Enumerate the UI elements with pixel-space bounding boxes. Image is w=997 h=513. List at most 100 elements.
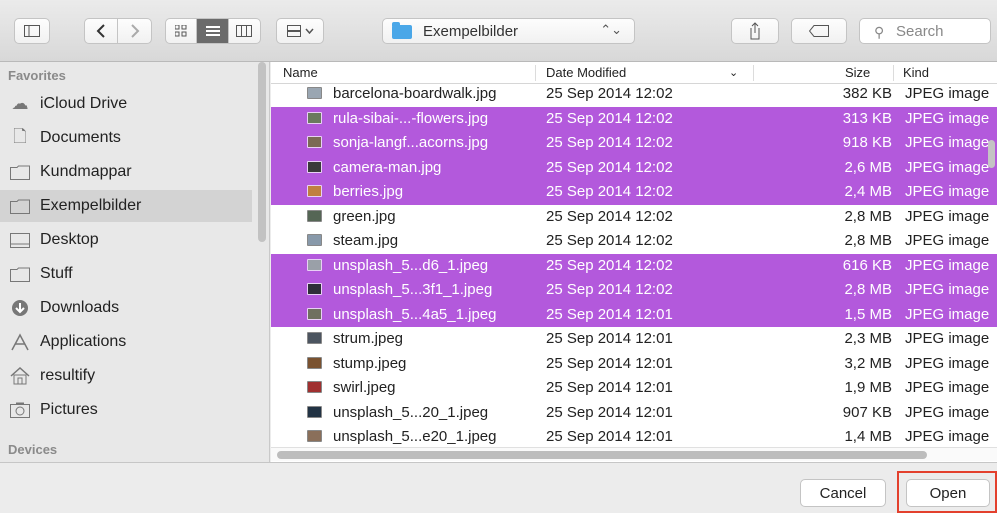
file-name: berries.jpg <box>333 183 404 200</box>
file-kind: JPEG image <box>905 232 990 249</box>
horizontal-scroll-knob[interactable] <box>277 451 927 459</box>
file-list-vertical-scrollbar[interactable] <box>988 140 995 168</box>
column-header-kind[interactable]: Kind <box>903 65 929 80</box>
column-view-button[interactable] <box>229 19 260 43</box>
image-thumbnail-icon <box>307 160 322 173</box>
image-thumbnail-icon <box>307 258 322 271</box>
sidebar: Favorites ☁ iCloud Drive 🗋 Documents Kun… <box>0 62 270 462</box>
file-date: 25 Sep 2014 12:01 <box>546 379 673 396</box>
file-size: 2,8 MB <box>844 207 892 225</box>
folder-icon <box>8 196 32 216</box>
image-thumbnail-icon <box>307 405 322 418</box>
sidebar-item-label: Exempelbilder <box>40 197 142 214</box>
file-size: 313 KB <box>842 109 892 127</box>
file-size: 1,9 MB <box>844 379 892 396</box>
column-header-name[interactable]: Name <box>283 65 318 80</box>
file-row[interactable]: unsplash_5...20_1.jpeg 25 Sep 2014 12:01 9… <box>271 401 997 426</box>
file-kind: JPEG image <box>905 403 990 421</box>
sidebar-item-label: Kundmappar <box>40 163 132 180</box>
sidebar-item-applications[interactable]: Applications <box>0 326 252 358</box>
file-name: unsplash_5...e20_1.jpeg <box>333 428 497 445</box>
image-thumbnail-icon <box>307 307 322 320</box>
sidebar-item-pictures[interactable]: Pictures <box>0 394 252 426</box>
sidebar-item-label: Pictures <box>40 401 98 418</box>
column-divider <box>753 65 754 81</box>
file-size: 2,6 MB <box>844 158 892 176</box>
sidebar-toggle-button[interactable] <box>14 18 50 44</box>
chevron-right-icon <box>130 24 139 38</box>
file-name: camera-man.jpg <box>333 158 442 176</box>
file-date: 25 Sep 2014 12:02 <box>546 109 673 127</box>
file-row[interactable]: swirl.jpeg 25 Sep 2014 12:01 1,9 MB JPEG im… <box>271 376 997 401</box>
file-kind: JPEG image <box>905 85 990 102</box>
image-thumbnail-icon <box>307 87 322 99</box>
sidebar-item-icloud-drive[interactable]: ☁ iCloud Drive <box>0 88 252 120</box>
sidebar-item-desktop[interactable]: Desktop <box>0 224 252 256</box>
file-date: 25 Sep 2014 12:01 <box>546 403 673 421</box>
file-kind: JPEG image <box>905 256 990 274</box>
file-row[interactable]: stump.jpeg 25 Sep 2014 12:01 3,2 MB JPEG im… <box>271 352 997 377</box>
file-list-horizontal-scrollbar[interactable] <box>271 447 997 461</box>
file-date: 25 Sep 2014 12:02 <box>546 281 673 298</box>
file-row[interactable]: unsplash_5...3f1_1.jpeg 25 Sep 2014 12:02… <box>271 278 997 303</box>
share-button[interactable] <box>731 18 779 44</box>
file-name: rula-sibai-...-flowers.jpg <box>333 109 489 127</box>
arrange-button[interactable] <box>276 18 324 44</box>
view-mode-buttons <box>165 18 261 44</box>
file-row[interactable]: sonja-langf...acorns.jpg 25 Sep 2014 12:0… <box>271 131 997 156</box>
sidebar-item-label: Downloads <box>40 299 120 316</box>
file-row[interactable]: green.jpg 25 Sep 2014 12:02 2,8 MB JPEG ima… <box>271 205 997 230</box>
search-field[interactable]: ⚲ Search <box>859 18 991 44</box>
sidebar-item-downloads[interactable]: Downloads <box>0 292 252 324</box>
file-date: 25 Sep 2014 12:02 <box>546 183 673 200</box>
column-header-date[interactable]: Date Modified <box>546 65 626 80</box>
chevron-down-icon <box>304 28 314 34</box>
file-name: swirl.jpeg <box>333 379 396 396</box>
sidebar-icon <box>24 25 40 37</box>
column-divider <box>535 65 536 81</box>
file-row[interactable]: rula-sibai-...-flowers.jpg 25 Sep 2014 12… <box>271 106 997 131</box>
sidebar-item-stuff[interactable]: Stuff <box>0 258 252 290</box>
file-row[interactable]: barcelona-boardwalk.jpg 25 Sep 2014 12:02… <box>271 82 997 107</box>
file-kind: JPEG image <box>905 109 990 127</box>
sort-chevron-down-icon: ⌄ <box>729 67 739 79</box>
updown-arrows-icon: ⌃⌄ <box>600 22 622 37</box>
column-header-size[interactable]: Size <box>845 65 870 80</box>
image-thumbnail-icon <box>307 234 322 246</box>
file-row[interactable]: camera-man.jpg 25 Sep 2014 12:02 2,6 MB JPE… <box>271 155 997 180</box>
sidebar-scrollbar[interactable] <box>258 62 266 242</box>
file-row[interactable]: strum.jpeg 25 Sep 2014 12:01 2,3 MB JPEG im… <box>271 327 997 352</box>
file-date: 25 Sep 2014 12:02 <box>546 232 673 249</box>
file-kind: JPEG image <box>905 134 990 151</box>
favorites-header: Favorites <box>8 68 66 83</box>
back-forward-buttons <box>84 18 152 44</box>
arrange-icon <box>286 25 301 37</box>
toolbar: Exempelbilder ⌃⌄ ⚲ Search <box>0 0 997 62</box>
file-name: strum.jpeg <box>333 330 404 347</box>
sidebar-item-documents[interactable]: 🗋 Documents <box>0 122 252 154</box>
list-view-button[interactable] <box>197 19 229 43</box>
tag-button[interactable] <box>791 18 847 44</box>
image-thumbnail-icon <box>307 356 322 369</box>
cancel-button[interactable]: Cancel <box>800 479 886 507</box>
file-row[interactable]: unsplash_5...e20_1.jpeg 25 Sep 2014 12:01… <box>271 425 997 450</box>
file-row[interactable]: steam.jpg 25 Sep 2014 12:02 2,8 MB JPEG ima… <box>271 229 997 254</box>
icon-view-button[interactable] <box>166 19 198 43</box>
sidebar-item-label: Applications <box>40 333 127 350</box>
file-kind: JPEG image <box>905 158 990 176</box>
sidebar-item-kundmappar[interactable]: Kundmappar <box>0 156 252 188</box>
image-thumbnail-icon <box>307 332 322 344</box>
image-thumbnail-icon <box>307 136 322 148</box>
location-popup[interactable]: Exempelbilder ⌃⌄ <box>382 18 635 44</box>
file-name: barcelona-boardwalk.jpg <box>333 85 497 102</box>
back-button[interactable] <box>85 19 119 43</box>
file-row[interactable]: unsplash_5...4a5_1.jpeg 25 Sep 2014 12:01… <box>271 302 997 327</box>
sidebar-item-exempelbilder[interactable]: Exempelbilder <box>0 190 252 222</box>
folder-icon <box>8 264 32 284</box>
file-row[interactable]: unsplash_5...d6_1.jpeg 25 Sep 2014 12:02 6… <box>271 253 997 278</box>
pictures-icon <box>8 400 32 420</box>
file-row[interactable]: berries.jpg 25 Sep 2014 12:02 2,4 MB JPEG i… <box>271 180 997 205</box>
forward-button[interactable] <box>118 19 151 43</box>
sidebar-item-label: resultify <box>40 367 96 384</box>
sidebar-item-resultify[interactable]: resultify <box>0 360 252 392</box>
